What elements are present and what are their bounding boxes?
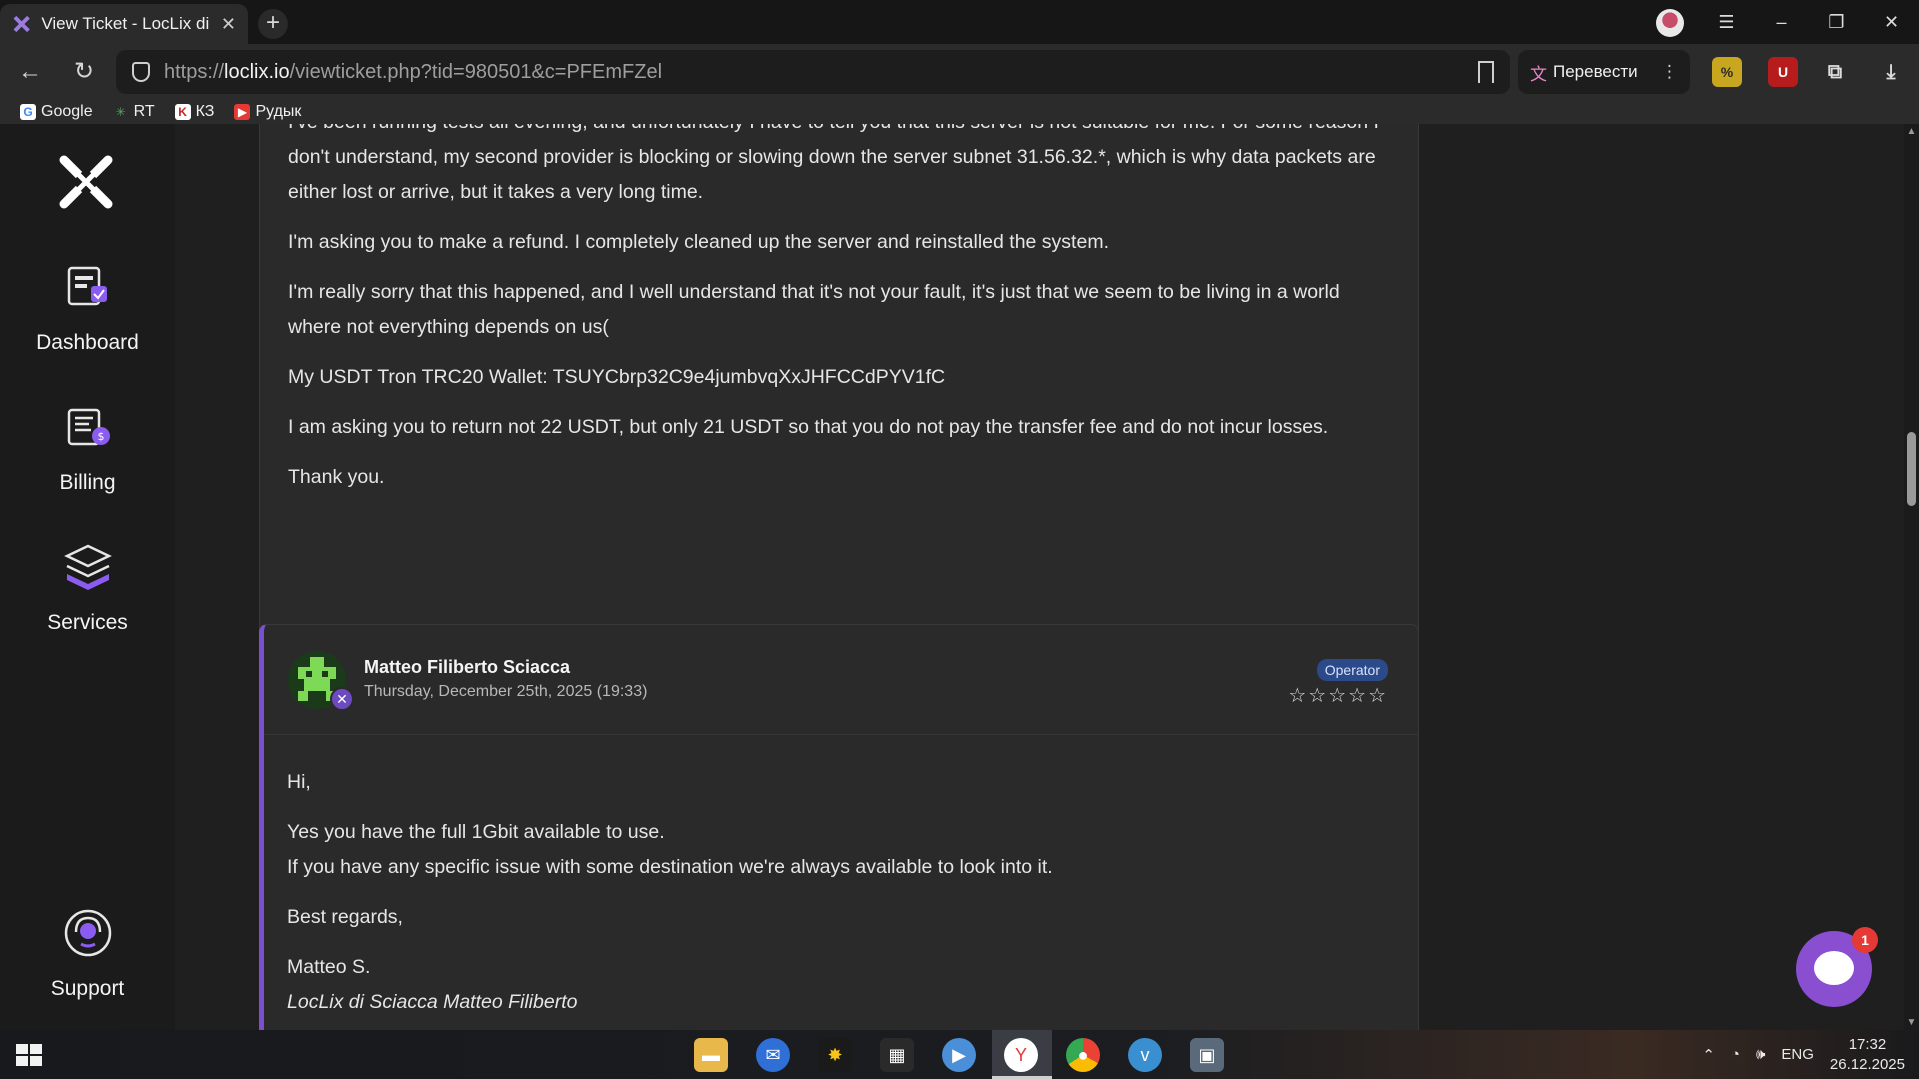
- signature-company: LocLix di Sciacca Matteo Filiberto: [287, 991, 578, 1013]
- system-tray: ⌃ ◔ 🕪 ENG 17:32 26.12.2025: [1702, 1030, 1905, 1079]
- billing-icon: $: [67, 408, 110, 446]
- loclix-badge-icon: ✕: [330, 687, 354, 711]
- sidebar-item-services[interactable]: Services: [0, 540, 175, 635]
- os-taskbar: ▬ ✉ ✸ ▦ ▶ Y ● v ▣ ⌃ ◔ 🕪 ENG 17:32 26.12.…: [0, 1030, 1919, 1079]
- sidebar-item-dashboard[interactable]: Dashboard: [0, 260, 175, 355]
- reply-line: Yes you have the full 1Gbit available to…: [287, 821, 665, 843]
- reply-greeting: Hi,: [287, 771, 311, 793]
- client-message-body: I've been running tests all evening, and…: [288, 124, 1388, 510]
- extensions-puzzle-icon[interactable]: ⧉: [1820, 57, 1850, 87]
- thunderbird-icon[interactable]: ✉: [756, 1038, 790, 1072]
- translate-icon: 文: [1530, 64, 1547, 84]
- reply-line: If you have any specific issue with some…: [287, 856, 1053, 878]
- reply-author: Matteo Filiberto Sciacca: [364, 657, 571, 677]
- reply-signature: Matteo S. LocLix di Sciacca Matteo Filib…: [287, 950, 1387, 1020]
- scroll-thumb[interactable]: [1907, 432, 1916, 506]
- site-info-shield-icon[interactable]: [132, 62, 150, 82]
- profile-avatar[interactable]: [1656, 9, 1684, 37]
- chat-bubble-icon: [1814, 951, 1854, 985]
- operator-reply-card: ✕ Matteo Filiberto Sciacca Thursday, Dec…: [259, 624, 1419, 1030]
- address-bar[interactable]: https://loclix.io/viewticket.php?tid=980…: [116, 50, 1510, 94]
- sidebar: Dashboard $ Billing Services Support: [0, 124, 175, 1030]
- tray-overflow-chevron-icon[interactable]: ⌃: [1702, 1046, 1715, 1064]
- rating-stars[interactable]: ☆☆☆☆☆: [1288, 683, 1388, 708]
- tab-title: View Ticket - LocLix di S: [41, 14, 211, 33]
- language-indicator[interactable]: ENG: [1781, 1046, 1814, 1063]
- scroll-down-icon[interactable]: ▼: [1906, 1017, 1917, 1028]
- windows-start-icon[interactable]: [16, 1044, 42, 1066]
- vimeo-app-icon[interactable]: v: [1128, 1038, 1162, 1072]
- page-scrollbar[interactable]: ▲ ▼: [1904, 124, 1919, 1030]
- reload-icon[interactable]: ↻: [68, 56, 100, 88]
- operator-badge: Operator: [1316, 659, 1388, 681]
- minimize-icon[interactable]: –: [1754, 12, 1809, 33]
- system-clock[interactable]: 17:32 26.12.2025: [1830, 1035, 1905, 1075]
- tab-close-icon[interactable]: ✕: [221, 14, 236, 35]
- bookmark-kz[interactable]: K КЗ: [174, 103, 214, 121]
- bookmark-rudyk[interactable]: ▶ Рудык: [234, 103, 301, 121]
- tab-strip: View Ticket - LocLix di S ✕ + ☰ – ❐ ✕: [0, 0, 1919, 44]
- window-controls: ☰ – ❐ ✕: [1699, 0, 1919, 44]
- yandex-browser-icon[interactable]: Y: [1004, 1038, 1038, 1072]
- google-icon: G: [20, 104, 36, 120]
- new-tab-button[interactable]: +: [258, 9, 288, 39]
- loclix-logo-icon[interactable]: [58, 154, 114, 210]
- bookmarks-bar: G Google ✳ RT K КЗ ▶ Рудык: [0, 100, 1919, 124]
- message-paragraph: I'm really sorry that this happened, and…: [288, 281, 1340, 338]
- reply-closing: Best regards,: [287, 906, 403, 928]
- translate-more-icon[interactable]: ⋮: [1661, 62, 1678, 82]
- url-text: https://loclix.io/viewticket.php?tid=980…: [164, 60, 663, 83]
- restore-icon[interactable]: ❐: [1809, 12, 1864, 33]
- translate-button[interactable]: 文 Перевести ⋮: [1518, 50, 1690, 94]
- chat-unread-badge: 1: [1852, 927, 1878, 953]
- reply-header: ✕ Matteo Filiberto Sciacca Thursday, Dec…: [264, 625, 1418, 735]
- back-arrow-icon[interactable]: ←: [14, 56, 46, 88]
- media-player-icon[interactable]: ▶: [942, 1038, 976, 1072]
- browser-toolbar: ← ↻ https://loclix.io/viewticket.php?tid…: [0, 44, 1919, 100]
- message-paragraph: I'm asking you to make a refund. I compl…: [288, 231, 1109, 253]
- dashboard-icon: [67, 266, 107, 306]
- chrome-icon[interactable]: ●: [1066, 1038, 1100, 1072]
- scroll-up-icon[interactable]: ▲: [1906, 126, 1917, 137]
- support-icon: [64, 909, 111, 957]
- message-paragraph: I've been running tests all evening, and…: [288, 124, 1379, 203]
- remote-desktop-icon[interactable]: ▣: [1190, 1038, 1224, 1072]
- signature-name: Matteo S.: [287, 956, 371, 978]
- file-explorer-icon[interactable]: ▬: [694, 1038, 728, 1072]
- message-paragraph: My USDT Tron TRC20 Wallet: TSUYCbrp32C9e…: [288, 366, 946, 388]
- live-chat-button[interactable]: 1: [1796, 927, 1878, 1007]
- services-icon: [63, 544, 112, 590]
- sidebar-item-support[interactable]: Support: [0, 906, 175, 1001]
- rt-icon: ✳: [115, 105, 126, 119]
- youtube-icon: ▶: [234, 104, 251, 120]
- message-paragraph: I am asking you to return not 22 USDT, b…: [288, 416, 1329, 438]
- bookmark-google[interactable]: G Google: [20, 103, 93, 121]
- tab-view-ticket[interactable]: View Ticket - LocLix di S ✕: [0, 4, 248, 44]
- svg-text:$: $: [97, 430, 104, 443]
- close-window-icon[interactable]: ✕: [1864, 12, 1919, 33]
- sparkle-app-icon[interactable]: ✸: [818, 1038, 852, 1072]
- sidebar-item-billing[interactable]: $ Billing: [0, 400, 175, 495]
- calculator-icon[interactable]: ▦: [880, 1038, 914, 1072]
- ticket-thread: I've been running tests all evening, and…: [175, 124, 1904, 1030]
- reply-body: Hi, Yes you have the full 1Gbit availabl…: [287, 765, 1387, 1030]
- reply-date: Thursday, December 25th, 2025 (19:33): [364, 683, 648, 700]
- network-icon[interactable]: ◔: [1731, 1046, 1740, 1063]
- volume-icon[interactable]: 🕪: [1756, 1046, 1765, 1063]
- ublock-extension-icon[interactable]: U: [1768, 57, 1798, 87]
- discount-extension-icon[interactable]: %: [1712, 57, 1742, 87]
- reply-paragraph: Yes you have the full 1Gbit available to…: [287, 815, 1387, 885]
- kz-icon: K: [174, 104, 191, 120]
- browser-chrome: View Ticket - LocLix di S ✕ + ☰ – ❐ ✕ ← …: [0, 0, 1919, 124]
- loclix-favicon-icon: [13, 15, 30, 33]
- bookmark-icon[interactable]: [1478, 61, 1494, 83]
- bookmark-rt[interactable]: ✳ RT: [113, 103, 155, 121]
- downloads-icon[interactable]: ⤓: [1876, 57, 1906, 87]
- message-paragraph: Thank you.: [288, 466, 385, 488]
- browser-menu-icon[interactable]: ☰: [1699, 12, 1754, 33]
